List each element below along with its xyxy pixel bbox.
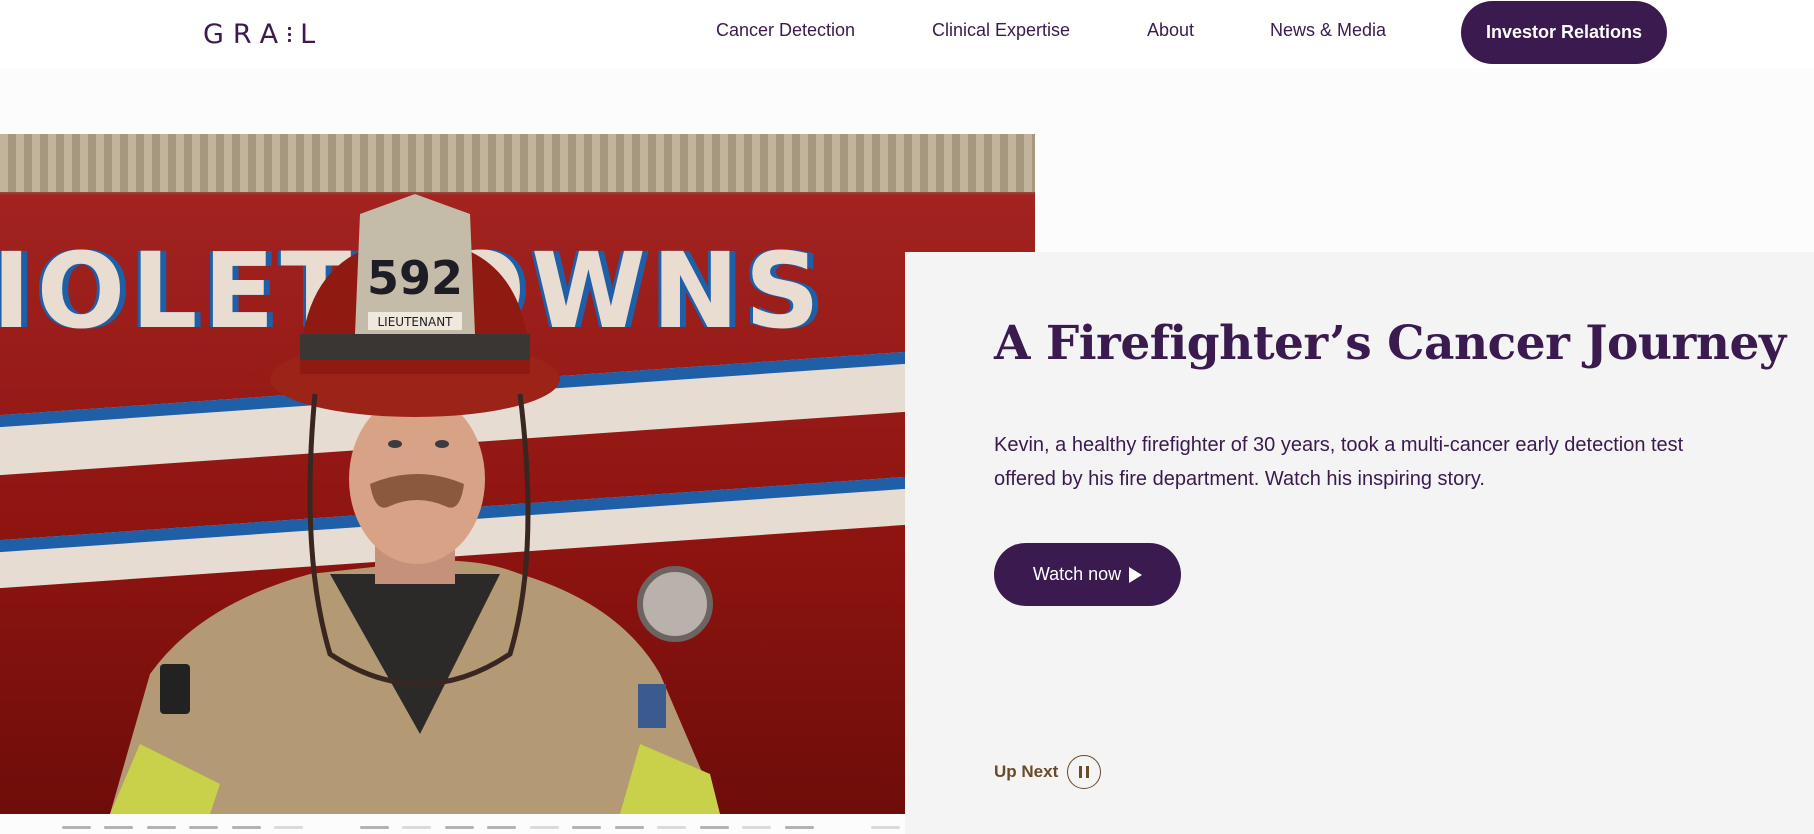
hero-title: A Firefighter’s Cancer Journey bbox=[994, 316, 1786, 371]
firefighter-illustration: 592 LIEUTENANT bbox=[110, 194, 720, 814]
pager-dot[interactable] bbox=[360, 826, 389, 829]
nav-cancer-detection[interactable]: Cancer Detection bbox=[716, 20, 855, 41]
hero-content-panel: A Firefighter’s Cancer Journey Kevin, a … bbox=[905, 252, 1814, 834]
pager-dot[interactable] bbox=[402, 826, 431, 829]
page: GRA L Cancer Detection Clinical Expertis… bbox=[0, 0, 1814, 834]
pager-dot[interactable] bbox=[445, 826, 474, 829]
hero-image: IOLETTOWNS 592 bbox=[0, 134, 1035, 814]
pager-dot[interactable] bbox=[871, 826, 900, 829]
nav-about[interactable]: About bbox=[1147, 20, 1194, 41]
pager-dot[interactable] bbox=[657, 826, 686, 829]
up-next: Up Next bbox=[994, 755, 1102, 789]
pager-dot[interactable] bbox=[572, 826, 601, 829]
pager-dot[interactable] bbox=[742, 826, 771, 829]
up-next-label: Up Next bbox=[994, 762, 1059, 781]
pager-dot[interactable] bbox=[785, 826, 814, 829]
svg-text:592: 592 bbox=[367, 251, 463, 305]
pause-icon[interactable] bbox=[1067, 755, 1102, 789]
pager-dot[interactable] bbox=[147, 826, 176, 829]
pager-dot[interactable] bbox=[615, 826, 644, 829]
site-header: GRA L Cancer Detection Clinical Expertis… bbox=[0, 0, 1814, 68]
watch-now-button[interactable]: Watch now bbox=[994, 543, 1181, 606]
investor-relations-button[interactable]: Investor Relations bbox=[1461, 1, 1667, 64]
hero-description: Kevin, a healthy firefighter of 30 years… bbox=[994, 434, 1684, 490]
pager-dot[interactable] bbox=[700, 826, 729, 829]
logo-dots-icon bbox=[288, 24, 292, 46]
watch-now-label: Watch now bbox=[1032, 564, 1122, 584]
pager-dot[interactable] bbox=[274, 826, 303, 829]
svg-text:LIEUTENANT: LIEUTENANT bbox=[378, 315, 454, 329]
pager-dot[interactable] bbox=[232, 826, 261, 829]
logo-text-l: L bbox=[300, 19, 325, 50]
nav-clinical-expertise[interactable]: Clinical Expertise bbox=[932, 20, 1070, 41]
carousel-pager bbox=[0, 826, 1814, 830]
play-icon bbox=[1129, 566, 1143, 583]
pager-dot[interactable] bbox=[487, 826, 516, 829]
pager-dot[interactable] bbox=[104, 826, 133, 829]
nav-news-media[interactable]: News & Media bbox=[1270, 20, 1386, 41]
logo-text-gra: GRA bbox=[203, 19, 288, 50]
pager-dot[interactable] bbox=[189, 826, 218, 829]
pager-dot[interactable] bbox=[62, 826, 91, 829]
grail-logo[interactable]: GRA L bbox=[203, 19, 324, 50]
pager-dot[interactable] bbox=[530, 826, 559, 829]
